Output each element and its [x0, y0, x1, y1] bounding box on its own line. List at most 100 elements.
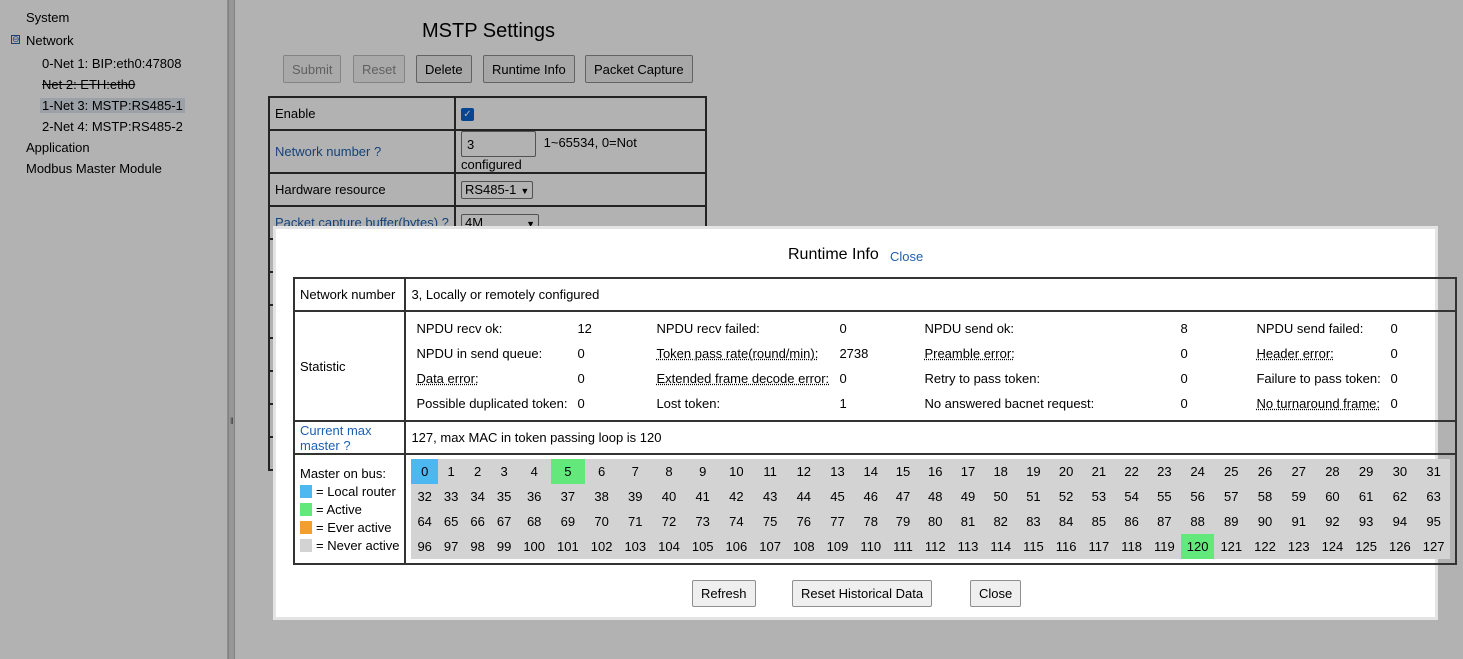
mac-cell: 46 [863, 489, 878, 504]
table-row: Master on bus: = Local router = Active = E… [292, 453, 1458, 565]
mac-cell: 118 [1121, 539, 1142, 554]
mac-cell: 79 [895, 514, 911, 529]
mac-cell: 82 [993, 514, 1008, 529]
mac-cell: 111 [893, 539, 913, 554]
mac-cell: 114 [990, 539, 1012, 554]
stat-label: Header error: [1256, 346, 1334, 361]
mac-cell: 42 [729, 489, 744, 504]
mac-cell: 112 [924, 539, 946, 554]
mac-cell: 85 [1091, 514, 1107, 529]
mac-cell: 23 [1157, 464, 1172, 479]
stat-value: 12 [577, 321, 592, 336]
mac-cell: 97 [443, 539, 459, 554]
reset-historical-data-button[interactable]: Reset Historical Data [792, 580, 933, 607]
mac-cell: 21 [1091, 464, 1107, 479]
mac-cell: 20 [1058, 464, 1074, 479]
mac-cell: 6 [597, 464, 606, 479]
mac-cell: 22 [1124, 464, 1139, 479]
mac-cell: 34 [470, 489, 485, 504]
mac-cell: 69 [560, 514, 576, 529]
mac-cell: 116 [1055, 539, 1077, 554]
mac-cell: 93 [1358, 514, 1374, 529]
legend-text: = Local router [316, 483, 396, 499]
mac-cell: 39 [628, 489, 643, 504]
mac-cell: 50 [993, 489, 1008, 504]
mac-cell: 49 [960, 489, 976, 504]
stat-value: 0 [1180, 396, 1188, 411]
mac-cell: 121 [1220, 539, 1243, 554]
mac-cell: 88 [1190, 514, 1205, 529]
stat-label: Lost token: [656, 396, 721, 411]
mac-cell: 57 [1224, 489, 1239, 504]
mac-cell: 107 [759, 539, 781, 554]
mac-cell: 91 [1291, 514, 1306, 529]
mac-cell: 11 [763, 464, 777, 479]
max-master-help-link[interactable]: Current max master ? [300, 423, 372, 453]
mac-cell: 126 [1389, 539, 1411, 554]
stat-value: 0 [1390, 396, 1398, 411]
statistic-cell: NPDU recv ok: 12 NPDU recv failed: 0 NPDU se… [404, 310, 1458, 422]
mac-cell: 35 [496, 489, 512, 504]
mac-cell: 86 [1124, 514, 1139, 529]
runtime-info-table: Network number 3, Locally or remotely co… [292, 277, 1458, 565]
max-master-value: 127, max MAC in token passing loop is 12… [404, 420, 1458, 455]
legend-text: = Never active [316, 537, 400, 553]
mac-cell: 4 [530, 464, 538, 479]
stat-label: NPDU recv failed: [656, 321, 760, 336]
refresh-button[interactable]: Refresh [692, 580, 756, 607]
mac-cell: 2 [474, 464, 482, 479]
mac-cell: 24 [1190, 464, 1205, 479]
mac-cell: 75 [762, 514, 778, 529]
mac-cell: 77 [830, 514, 845, 529]
stat-value: 0 [1390, 346, 1398, 361]
mac-cell: 33 [443, 489, 459, 504]
mac-cell: 31 [1426, 464, 1441, 479]
mac-cell: 127 [1422, 539, 1445, 554]
mac-cell: 120 [1180, 534, 1215, 559]
mac-cell: 48 [927, 489, 943, 504]
mac-cell: 30 [1392, 464, 1408, 479]
mac-cell: 102 [590, 539, 613, 554]
mac-cell: 52 [1058, 489, 1074, 504]
legend-item: = Active [300, 501, 399, 519]
mac-cell: 51 [1026, 489, 1041, 504]
mac-cell: 27 [1291, 464, 1306, 479]
legend-item: = Ever active [300, 519, 399, 537]
mac-cell: 81 [960, 514, 976, 529]
mac-cell: 41 [695, 489, 710, 504]
mac-cell: 15 [895, 464, 911, 479]
stat-label: Retry to pass token: [924, 371, 1041, 386]
mac-cell: 45 [830, 489, 845, 504]
stat-label: Failure to pass token: [1256, 371, 1381, 386]
mac-address-grid: 0 1 2 3 4 5 6 7 8 9 10 11 12 13 14 15 16 17 18 19 20 21 22 23 24… [411, 459, 1451, 559]
stat-value: 8 [1180, 321, 1188, 336]
stat-value: 1 [839, 396, 847, 411]
close-button[interactable]: Close [970, 580, 1022, 607]
stat-label: NPDU send failed: [1256, 321, 1364, 336]
mac-cell: 80 [927, 514, 943, 529]
table-row: Current max master ? 127, max MAC in tok… [292, 420, 1458, 455]
mac-cell: 25 [1224, 464, 1239, 479]
mac-cell: 44 [796, 489, 812, 504]
legend-item: = Local router [300, 483, 399, 501]
mac-cell: 61 [1358, 489, 1374, 504]
mac-cell: 115 [1023, 539, 1044, 554]
mac-cell: 14 [863, 464, 878, 479]
mac-cell: 72 [661, 514, 677, 529]
master-on-bus-legend: Master on bus: = Local router = Active = E… [292, 453, 407, 565]
dialog-close-link[interactable]: Close [890, 249, 923, 264]
network-number-value: 3, Locally or remotely configured [404, 277, 1458, 312]
runtime-info-dialog: Runtime Info Close Network number 3, Loc… [273, 226, 1458, 620]
legend-item: = Never active [300, 537, 399, 555]
mac-cell: 76 [796, 514, 812, 529]
legend-swatch [300, 502, 312, 516]
mac-cell: 83 [1026, 514, 1041, 529]
mac-cell: 67 [496, 514, 512, 529]
legend-text: = Active [316, 501, 362, 517]
mac-cell: 122 [1254, 539, 1276, 554]
mac-cell: 89 [1224, 514, 1239, 529]
mac-cell: 16 [927, 464, 943, 479]
mac-cell: 65 [443, 514, 459, 529]
mac-cell: 74 [729, 514, 744, 529]
mac-cell: 40 [661, 489, 677, 504]
